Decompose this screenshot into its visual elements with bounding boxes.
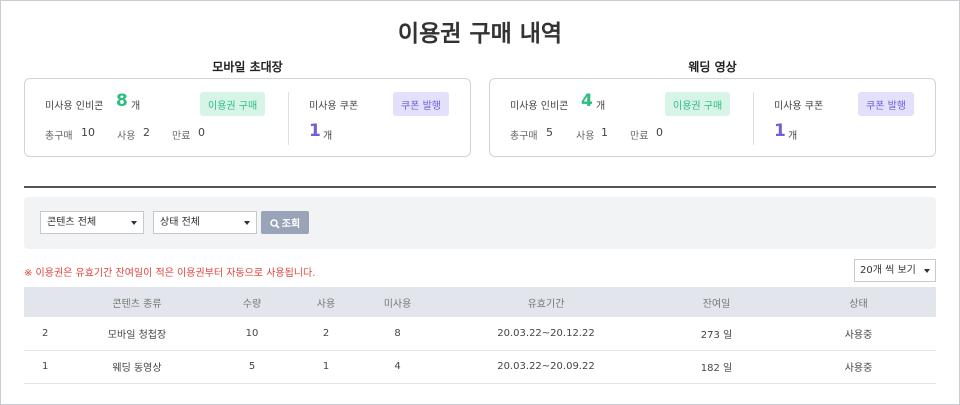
page-size-value: 20개 씩 보기 bbox=[860, 265, 916, 276]
table-row: 1 웨딩 동영상 5 1 4 20.03.22~20.09.22 182 일 사… bbox=[24, 350, 936, 384]
cell-content-type: 웨딩 동영상 bbox=[67, 350, 207, 384]
cell-validity: 20.03.22~20.12.22 bbox=[440, 317, 652, 351]
card-divider bbox=[753, 92, 754, 145]
unused-unit: 개 bbox=[131, 101, 141, 112]
cell-status: 사용중 bbox=[781, 317, 936, 351]
used-value: 2 bbox=[143, 126, 150, 139]
purchase-table: 콘텐츠 종류 수량 사용 미사용 유효기간 잔여일 상태 2 모바일 청첩장 1… bbox=[24, 287, 936, 384]
expired-label: 만료 bbox=[630, 131, 649, 142]
unused-label: 미사용 인비콘 bbox=[45, 101, 104, 112]
cell-used: 1 bbox=[297, 350, 355, 384]
cell-no: 2 bbox=[24, 317, 67, 351]
cell-validity: 20.03.22~20.09.22 bbox=[440, 350, 652, 384]
col-header-content-type: 콘텐츠 종류 bbox=[67, 287, 207, 317]
coupon-label: 미사용 쿠폰 bbox=[774, 101, 824, 112]
expired-value: 0 bbox=[656, 126, 663, 139]
status-select[interactable]: 상태 전체 bbox=[153, 211, 257, 234]
cell-used: 2 bbox=[297, 317, 355, 351]
table-row: 2 모바일 청첩장 10 2 8 20.03.22~20.12.22 273 일… bbox=[24, 317, 936, 351]
used-label: 사용 bbox=[117, 131, 136, 142]
search-button[interactable]: 조회 bbox=[261, 211, 309, 234]
unused-count: 4 bbox=[581, 91, 593, 111]
used-value: 1 bbox=[601, 126, 608, 139]
card-divider bbox=[288, 92, 289, 145]
unused-count: 8 bbox=[116, 91, 128, 111]
col-header-no bbox=[24, 287, 67, 317]
total-value: 5 bbox=[546, 126, 553, 139]
chevron-down-icon bbox=[924, 269, 930, 273]
issue-coupon-button[interactable]: 쿠폰 발행 bbox=[393, 92, 449, 116]
cell-unused: 4 bbox=[355, 350, 440, 384]
coupon-unit: 개 bbox=[788, 131, 798, 142]
coupon-label: 미사용 쿠폰 bbox=[309, 101, 359, 112]
coupon-count: 1 bbox=[309, 121, 321, 141]
col-header-validity: 유효기간 bbox=[440, 287, 652, 317]
search-button-label: 조회 bbox=[281, 219, 301, 230]
buy-ticket-button[interactable]: 이용권 구매 bbox=[665, 92, 731, 116]
issue-coupon-button[interactable]: 쿠폰 발행 bbox=[858, 92, 914, 116]
cell-quantity: 5 bbox=[207, 350, 297, 384]
unused-label: 미사용 인비콘 bbox=[510, 101, 569, 112]
col-header-remaining: 잔여일 bbox=[652, 287, 781, 317]
summary-card-mobile: 미사용 인비콘 8 개 이용권 구매 총구매 10 사용 2 만료 0 미사용 … bbox=[24, 78, 471, 157]
col-header-status: 상태 bbox=[781, 287, 936, 317]
coupon-unit: 개 bbox=[323, 131, 333, 142]
content-type-select[interactable]: 콘텐츠 전체 bbox=[40, 211, 144, 234]
chevron-down-icon bbox=[244, 221, 250, 225]
content-type-select-value: 콘텐츠 전체 bbox=[47, 217, 97, 228]
expired-label: 만료 bbox=[172, 131, 191, 142]
coupon-count: 1 bbox=[774, 121, 786, 141]
col-header-unused: 미사용 bbox=[355, 287, 440, 317]
cell-unused: 8 bbox=[355, 317, 440, 351]
search-icon bbox=[270, 219, 280, 229]
cell-quantity: 10 bbox=[207, 317, 297, 351]
cell-status: 사용중 bbox=[781, 350, 936, 384]
col-header-used: 사용 bbox=[297, 287, 355, 317]
cell-remaining: 182 일 bbox=[652, 350, 781, 384]
page-size-select[interactable]: 20개 씩 보기 bbox=[854, 259, 936, 282]
page-title: 이용권 구매 내역 bbox=[397, 21, 563, 47]
col-header-quantity: 수량 bbox=[207, 287, 297, 317]
table-header-row: 콘텐츠 종류 수량 사용 미사용 유효기간 잔여일 상태 bbox=[24, 287, 936, 317]
total-value: 10 bbox=[81, 126, 95, 139]
cell-no: 1 bbox=[24, 350, 67, 384]
cell-content-type: 모바일 청첩장 bbox=[67, 317, 207, 351]
status-select-value: 상태 전체 bbox=[160, 217, 200, 228]
summary-card-video: 미사용 인비콘 4 개 이용권 구매 총구매 5 사용 1 만료 0 미사용 쿠… bbox=[489, 78, 936, 157]
buy-ticket-button[interactable]: 이용권 구매 bbox=[200, 92, 266, 116]
used-label: 사용 bbox=[576, 131, 595, 142]
total-label: 총구매 bbox=[45, 131, 73, 142]
chevron-down-icon bbox=[131, 221, 137, 225]
section-title-mobile: 모바일 초대장 bbox=[212, 60, 283, 74]
total-label: 총구매 bbox=[510, 131, 538, 142]
unused-unit: 개 bbox=[596, 101, 606, 112]
auto-use-notice: ※ 이용권은 유효기간 잔여일이 적은 이용권부터 자동으로 사용됩니다. bbox=[24, 268, 316, 279]
filter-bar: 콘텐츠 전체 상태 전체 조회 bbox=[24, 197, 936, 249]
section-divider bbox=[24, 186, 936, 188]
section-title-video: 웨딩 영상 bbox=[688, 60, 737, 74]
cell-remaining: 273 일 bbox=[652, 317, 781, 351]
expired-value: 0 bbox=[198, 126, 205, 139]
